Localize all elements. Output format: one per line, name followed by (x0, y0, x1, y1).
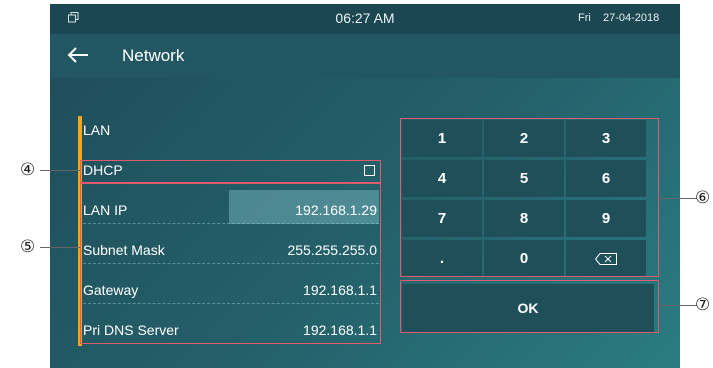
status-day: Fri (578, 12, 591, 24)
status-bar: 06:27 AM Fri 27-04-2018 (50, 4, 680, 34)
callout-leader (40, 247, 80, 248)
annotation-box-dhcp (80, 160, 381, 184)
callout-5: ⑤ (20, 237, 36, 256)
title-bar: Network (50, 34, 680, 78)
callout-leader (657, 305, 697, 306)
callout-leader (657, 198, 697, 199)
callout-6: ⑥ (695, 188, 711, 207)
row-lan: LAN (83, 110, 379, 144)
callout-leader (40, 170, 80, 171)
arrow-left-icon[interactable] (66, 44, 90, 66)
status-date: 27-04-2018 (603, 12, 660, 24)
annotation-box-network-fields (80, 182, 381, 344)
row-label: LAN (83, 122, 111, 138)
callout-7: ⑦ (695, 295, 711, 314)
page-title: Network (122, 46, 185, 65)
annotation-box-ok (400, 280, 659, 333)
callout-4: ④ (20, 160, 36, 179)
annotation-box-keypad (400, 118, 659, 277)
